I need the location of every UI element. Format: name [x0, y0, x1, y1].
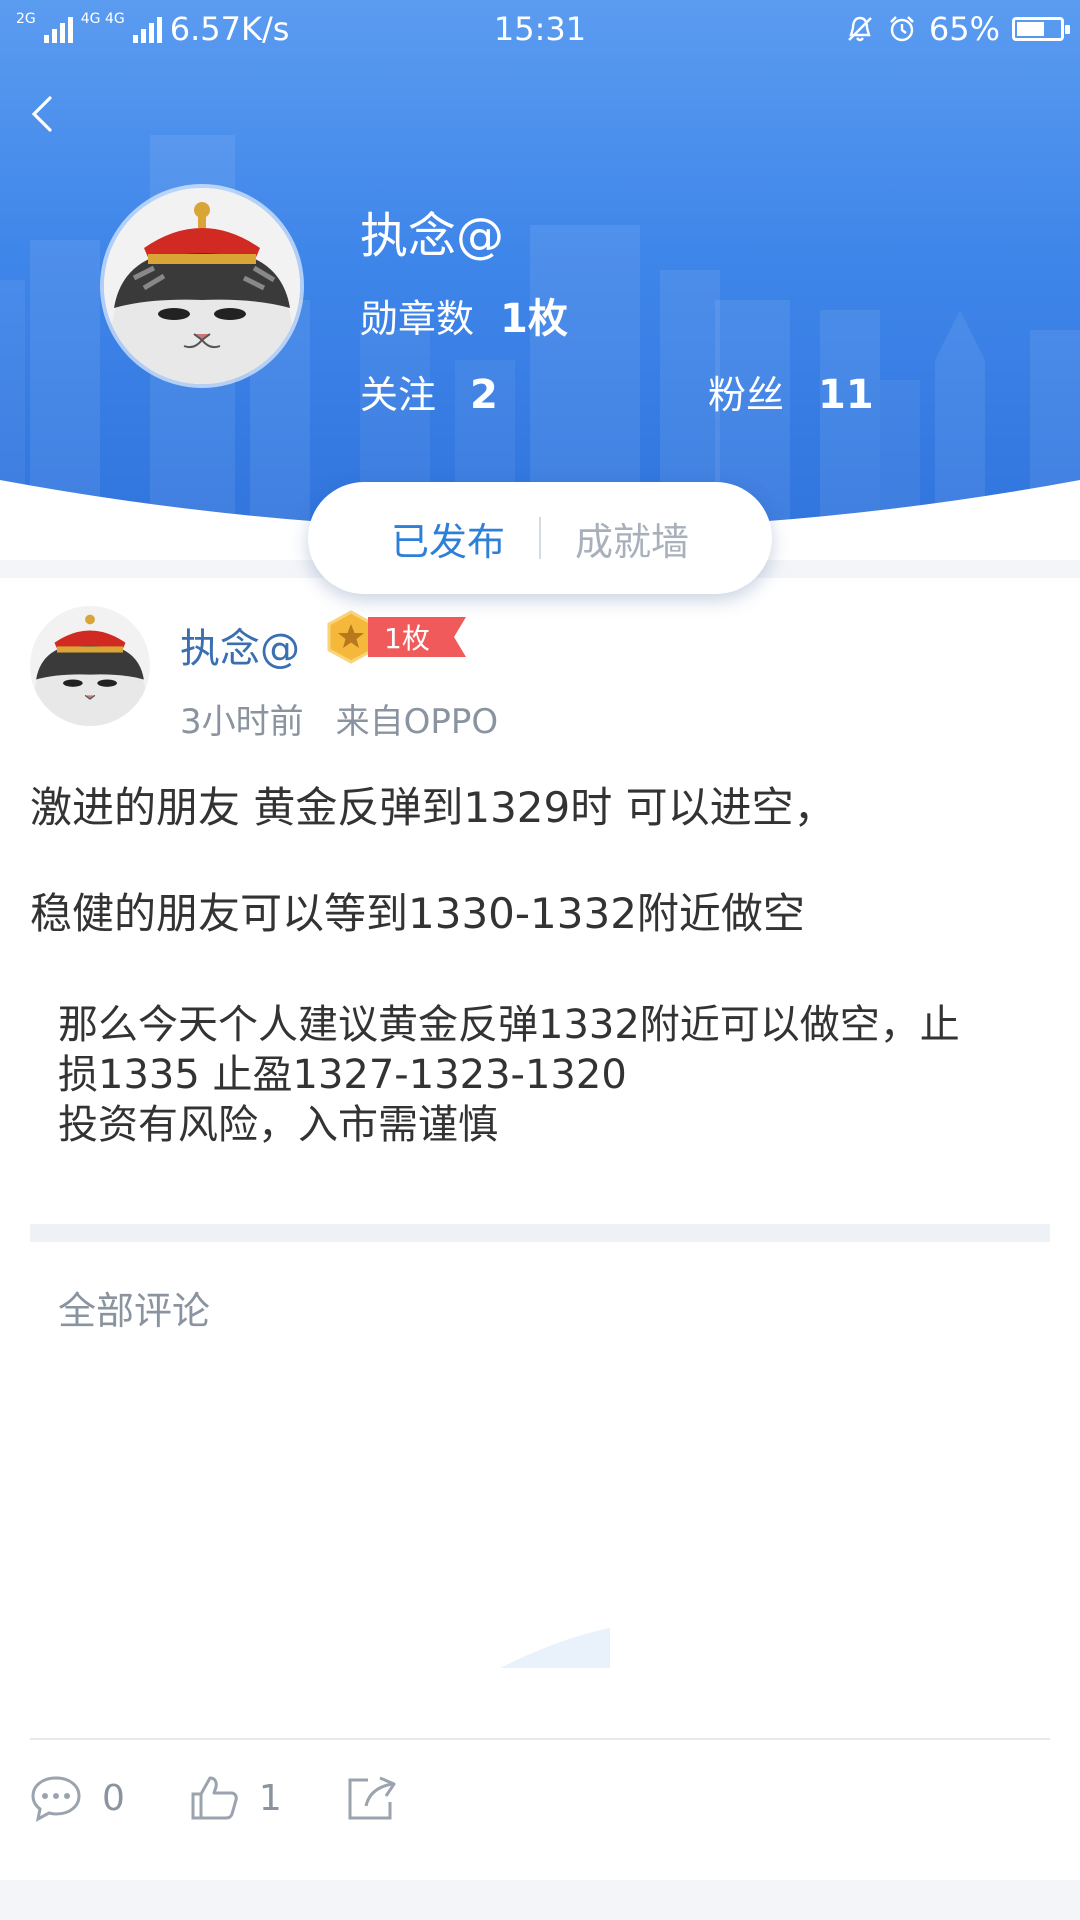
action-bar-divider	[30, 1738, 1050, 1740]
share-icon	[348, 1776, 396, 1820]
section-divider	[30, 1224, 1050, 1242]
clock: 15:31	[493, 10, 587, 48]
bell-mute-icon	[848, 16, 872, 42]
badge-count: 1枚	[500, 296, 568, 342]
back-arrow-icon[interactable]	[22, 90, 62, 138]
like-count: 1	[258, 1777, 282, 1819]
badge-label: 勋章数	[360, 297, 475, 341]
comment-action[interactable]: 0	[30, 1774, 125, 1822]
faint-watermark-shape	[500, 1628, 610, 1668]
tab-achievements[interactable]: 成就墙	[575, 511, 689, 566]
battery-fill	[1017, 22, 1044, 36]
post-time: 3小时前	[180, 702, 304, 742]
post-quote-line: 那么今天个人建议黄金反弹1332附近可以做空，止	[58, 1002, 960, 1048]
comment-icon	[31, 1776, 81, 1822]
battery-icon	[1012, 17, 1070, 41]
profile-header: 2G 4G 4G 6.57K/s 15:31 65% 执念@ 勋章数 1枚 关注…	[0, 0, 1080, 560]
battery-percent: 65%	[928, 10, 1000, 48]
alarm-icon	[890, 16, 914, 42]
profile-avatar[interactable]	[104, 188, 300, 384]
cat-avatar-image	[104, 188, 300, 384]
followers-row[interactable]: 粉丝 11	[708, 364, 874, 419]
status-bar: 2G 4G 4G 6.57K/s 15:31 65%	[0, 0, 1080, 60]
post-quote-line: 损1335 止盈1327-1323-1320	[58, 1052, 627, 1098]
tab-published[interactable]: 已发布	[391, 511, 505, 566]
comments-title: 全部评论	[58, 1289, 211, 1333]
post-quote-line: 投资有风险，入市需谨慎	[58, 1102, 498, 1148]
action-bar: 0 1	[30, 1768, 462, 1828]
comment-count: 0	[102, 1777, 125, 1819]
post-author-name[interactable]: 执念@	[180, 616, 300, 674]
profile-name: 执念@	[360, 208, 505, 264]
post-text-line: 激进的朋友 黄金反弹到1329时 可以进空，	[30, 783, 836, 832]
post-author-avatar[interactable]	[30, 606, 150, 726]
share-action[interactable]	[346, 1774, 398, 1822]
thumbs-up-icon	[191, 1776, 238, 1820]
bottom-spacer	[0, 1880, 1080, 1920]
followers-count: 11	[818, 372, 874, 418]
post-source: 来自OPPO	[335, 702, 499, 742]
like-action[interactable]: 1	[189, 1774, 282, 1822]
badge-count-row[interactable]: 勋章数 1枚	[360, 286, 568, 344]
medal-badge: 1枚	[326, 610, 466, 664]
followers-label: 粉丝	[708, 373, 785, 417]
cat-avatar-image	[30, 606, 150, 726]
post-meta: 3小时前 来自OPPO	[180, 694, 498, 743]
post-text-line: 稳健的朋友可以等到1330-1332附近做空	[30, 889, 805, 938]
profile-tabs: 已发布 成就墙	[308, 482, 772, 594]
following-row[interactable]: 关注 2	[360, 364, 498, 419]
following-label: 关注	[360, 373, 437, 417]
medal-count: 1枚	[368, 617, 466, 657]
post-card: 执念@ 1枚 3小时前 来自OPPO 激进的朋友 黄金反弹到1329时 可以进空…	[0, 578, 1080, 1880]
post-quote-block: 那么今天个人建议黄金反弹1332附近可以做空，止 损1335 止盈1327-13…	[58, 1000, 1018, 1150]
following-count: 2	[470, 372, 498, 418]
tab-divider	[539, 517, 541, 559]
